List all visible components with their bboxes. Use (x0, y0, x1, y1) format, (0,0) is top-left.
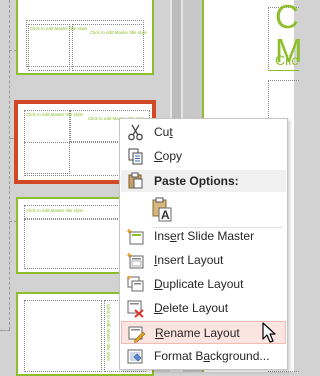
copy-icon (128, 148, 143, 165)
menu-item-copy[interactable]: Copy (121, 145, 286, 168)
menu-item-insert-layout[interactable]: Insert Layout (121, 249, 286, 272)
layout-thumbnail[interactable]: Click to edit Master title style Click t… (16, 0, 154, 75)
rename-layout-icon (128, 326, 146, 343)
insert-slide-master-icon (126, 228, 144, 245)
menu-item-label: Cut (154, 125, 173, 139)
menu-item-label: Delete Layout (154, 301, 229, 315)
menu-item-label: Rename Layout (155, 326, 240, 340)
slide-subtitle-text[interactable]: Clic (275, 52, 298, 68)
guide-line (0, 330, 10, 331)
menu-item-label: Format Background... (154, 349, 270, 363)
thumbnail-title-text: Click to edit Master title style (30, 26, 88, 31)
insert-layout-icon (126, 252, 144, 269)
paste-keep-text-only-button[interactable]: A (150, 197, 174, 223)
paste-options-label: Paste Options: (154, 174, 239, 188)
menu-item-label: Insert Layout (154, 253, 224, 267)
mouse-pointer-icon (262, 322, 276, 343)
menu-item-format-background[interactable]: Format Background... (121, 345, 286, 368)
thumbnail-title-text: Click to edit Master title style (26, 208, 84, 213)
format-background-icon (127, 349, 143, 364)
thumbnail-title-text: Click to edit Master title style (26, 112, 84, 117)
menu-item-duplicate-layout[interactable]: Duplicate Layout (121, 273, 286, 296)
placeholder-frame (24, 300, 102, 372)
clipboard-icon (128, 172, 143, 189)
menu-item-label: Copy (154, 149, 183, 163)
paste-option-glyph: A (161, 208, 170, 222)
menu-item-delete-layout[interactable]: Delete Layout (121, 297, 286, 320)
menu-item-label: Insert Slide Master (154, 229, 255, 243)
menu-item-insert-slide-master[interactable]: Insert Slide Master (121, 225, 286, 248)
delete-layout-icon (127, 300, 144, 318)
menu-item-cut[interactable]: Cut (121, 121, 286, 144)
duplicate-layout-icon (126, 275, 144, 292)
placeholder-frame (28, 24, 70, 71)
thumbnail-title-text: Click to edit Master title style (90, 30, 148, 35)
paste-options-header: Paste Options: (121, 170, 286, 192)
menu-item-label: Duplicate Layout (154, 277, 244, 291)
thumbnail-title-text: Click to edit Master title style (106, 304, 111, 362)
scrollbar-thumb[interactable] (172, 0, 181, 118)
title-divider-line (268, 70, 298, 71)
scissors-icon (128, 124, 143, 141)
